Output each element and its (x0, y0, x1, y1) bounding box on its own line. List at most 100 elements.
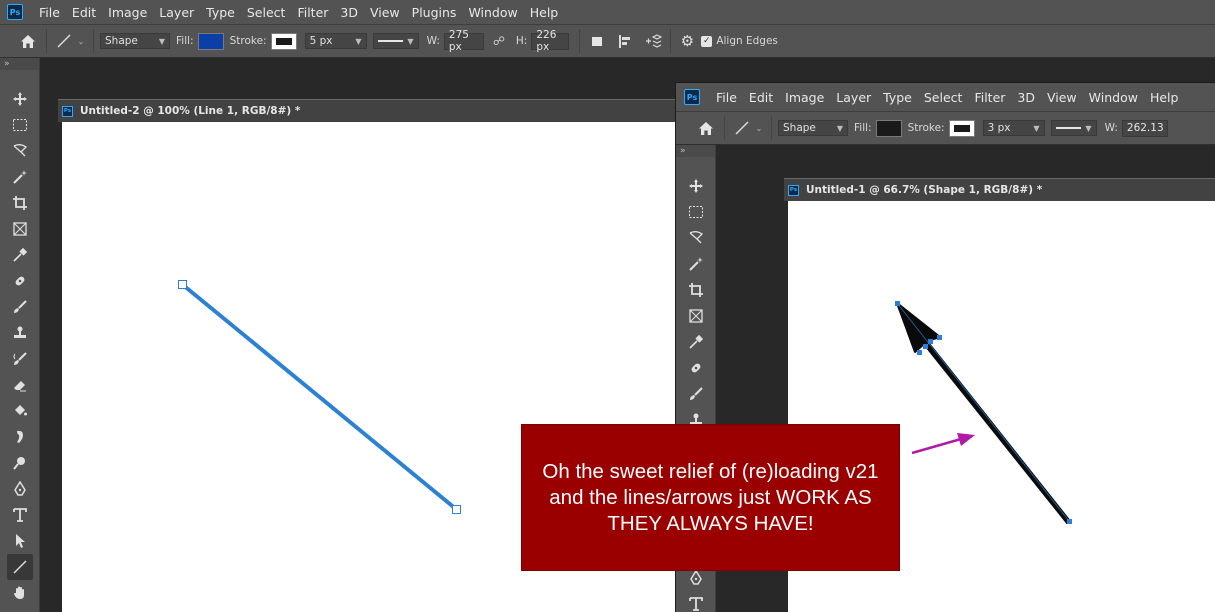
menu-filter[interactable]: Filter (968, 90, 1011, 105)
eyedropper-icon[interactable] (683, 329, 709, 355)
stroke-label: Stroke: (229, 35, 267, 47)
healing-icon[interactable] (683, 355, 709, 381)
photoshop-logo-icon[interactable]: Ps (684, 89, 700, 105)
magic-wand-icon[interactable] (683, 251, 709, 277)
align-icon[interactable] (614, 34, 636, 49)
anchor-point[interactable] (928, 339, 933, 344)
menu-window[interactable]: Window (1083, 90, 1144, 105)
panel-collapse-icon[interactable]: » (676, 145, 715, 157)
separator (93, 29, 94, 53)
lasso-icon[interactable] (683, 225, 709, 251)
menu-layer[interactable]: Layer (153, 5, 200, 20)
stamp-icon[interactable] (7, 320, 33, 346)
menu-help[interactable]: Help (524, 5, 565, 20)
dodge-icon[interactable] (7, 450, 33, 476)
eyedropper-icon[interactable] (7, 242, 33, 268)
path-ops-icon[interactable] (586, 34, 608, 48)
photoshop-logo-icon[interactable]: Ps (7, 4, 23, 20)
document-tab[interactable]: Ps Untitled-2 @ 100% (Line 1, RGB/8#) * (58, 99, 675, 122)
fill-swatch[interactable] (875, 119, 902, 137)
menu-type[interactable]: Type (877, 90, 918, 105)
marquee-icon[interactable] (7, 112, 33, 138)
lasso-icon[interactable] (7, 138, 33, 164)
anchor-point[interactable] (923, 344, 928, 349)
fill-label: Fill: (854, 122, 872, 134)
anchor-point[interactable] (895, 301, 900, 306)
anchor-point[interactable] (917, 350, 922, 355)
menu-image[interactable]: Image (779, 90, 830, 105)
history-brush-icon[interactable] (7, 346, 33, 372)
menu-file[interactable]: File (33, 5, 66, 20)
line-tool-icon[interactable] (731, 120, 753, 136)
brush-icon[interactable] (683, 381, 709, 407)
line-tool-icon[interactable] (53, 29, 75, 53)
healing-icon[interactable] (7, 268, 33, 294)
menu-help[interactable]: Help (1144, 90, 1185, 105)
home-icon[interactable] (694, 116, 718, 140)
home-icon[interactable] (16, 29, 40, 53)
type-icon[interactable] (683, 591, 709, 612)
anchor-point[interactable] (937, 335, 942, 340)
chevron-down-icon: ▼ (1033, 123, 1040, 133)
height-input[interactable]: 226 px (531, 29, 570, 53)
align-edges-checkbox[interactable]: ✓ (701, 35, 713, 47)
frame-icon[interactable] (683, 303, 709, 329)
arrange-icon[interactable] (642, 33, 664, 49)
move-icon[interactable] (7, 86, 33, 112)
marquee-icon[interactable] (683, 199, 709, 225)
chevron-down-icon[interactable]: ⌄ (753, 124, 765, 133)
line-tool-icon[interactable] (6, 554, 33, 580)
separator (771, 116, 772, 140)
crop-icon[interactable] (683, 277, 709, 303)
menu-filter[interactable]: Filter (291, 5, 334, 20)
smudge-icon[interactable] (7, 424, 33, 450)
anchor-point[interactable] (1067, 519, 1072, 524)
menu-plugins[interactable]: Plugins (406, 5, 463, 20)
frame-icon[interactable] (7, 216, 33, 242)
menu-type[interactable]: Type (200, 5, 241, 20)
gear-icon[interactable]: ⚙ (677, 32, 697, 50)
stroke-width-select[interactable]: 3 px ▼ (982, 120, 1045, 136)
menu-window[interactable]: Window (462, 5, 523, 20)
crop-icon[interactable] (7, 190, 33, 216)
anchor-point[interactable] (178, 280, 187, 289)
menu-view[interactable]: View (364, 5, 406, 20)
line-1[interactable] (181, 283, 458, 511)
menu-file[interactable]: File (710, 90, 743, 105)
link-icon[interactable]: ☍ (488, 34, 510, 48)
tool-mode-select[interactable]: Shape ▼ (100, 33, 170, 49)
menu-3d[interactable]: 3D (1011, 90, 1041, 105)
width-input[interactable]: 275 px (443, 29, 484, 53)
menu-select[interactable]: Select (241, 5, 292, 20)
menu-layer[interactable]: Layer (830, 90, 877, 105)
stroke-label: Stroke: (907, 122, 945, 134)
panel-collapse-icon[interactable]: » (0, 58, 39, 70)
width-input[interactable]: 262.13 p (1121, 119, 1168, 137)
stroke-type-select[interactable]: ▼ (372, 33, 419, 49)
menu-select[interactable]: Select (918, 90, 969, 105)
type-icon[interactable] (7, 502, 33, 528)
pen-icon[interactable] (7, 476, 33, 502)
stroke-type-select[interactable]: ▼ (1050, 120, 1097, 136)
path-select-icon[interactable] (7, 528, 33, 554)
move-icon[interactable] (683, 173, 709, 199)
menu-edit[interactable]: Edit (66, 5, 102, 20)
magic-wand-icon[interactable] (7, 164, 33, 190)
stroke-swatch[interactable] (948, 119, 975, 137)
stroke-width-select[interactable]: 5 px ▼ (304, 33, 367, 49)
eraser-icon[interactable] (7, 372, 33, 398)
stroke-swatch[interactable] (270, 32, 297, 50)
anchor-point[interactable] (452, 505, 461, 514)
brush-icon[interactable] (7, 294, 33, 320)
chevron-down-icon[interactable]: ⌄ (75, 37, 87, 46)
tool-mode-select[interactable]: Shape ▼ (778, 120, 848, 136)
hand-icon[interactable] (7, 580, 33, 606)
menu-3d[interactable]: 3D (334, 5, 364, 20)
menu-view[interactable]: View (1041, 90, 1083, 105)
menu-image[interactable]: Image (102, 5, 153, 20)
stroke-width-value: 5 px (309, 35, 333, 47)
bucket-icon[interactable] (7, 398, 33, 424)
fill-swatch[interactable] (197, 32, 224, 50)
menu-edit[interactable]: Edit (743, 90, 779, 105)
document-tab-2[interactable]: Ps Untitled-1 @ 66.7% (Shape 1, RGB/8#) … (784, 178, 1215, 201)
